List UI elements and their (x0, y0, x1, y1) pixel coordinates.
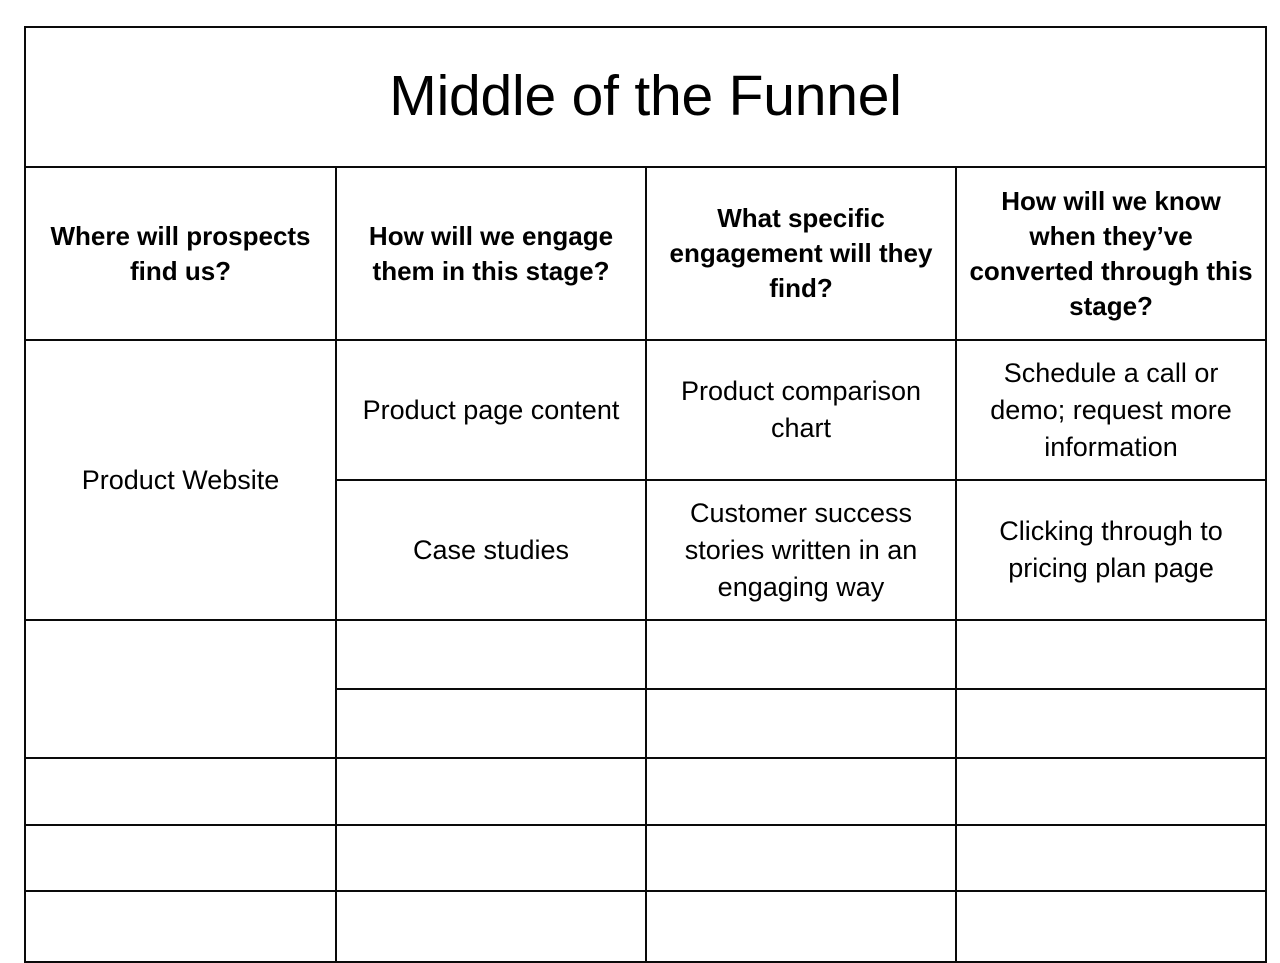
specific-engagement-cell[interactable] (645, 688, 957, 759)
conversion-signal-cell[interactable] (954, 688, 1268, 759)
table-row: Product Website Product page content Pro… (24, 339, 1268, 621)
specific-engagement-cell[interactable] (645, 619, 957, 690)
conversion-signal-label: Schedule a call or demo; request more in… (990, 357, 1232, 462)
conversion-signal-cell[interactable] (954, 824, 1268, 892)
page-title: Middle of the Funnel (389, 64, 902, 129)
engagement-label: Case studies (412, 534, 570, 565)
conversion-signal-cell[interactable] (954, 890, 1268, 963)
column-header-row: Where will prospects find us? How will w… (24, 166, 1268, 341)
page-title-cell: Middle of the Funnel (23, 26, 1268, 168)
specific-engagement-cell[interactable] (645, 757, 957, 826)
column-header-what-engagement: What specific engagement will they find? (645, 166, 957, 341)
conversion-signal-cell[interactable]: Schedule a call or demo; request more in… (954, 339, 1268, 481)
table-row (24, 619, 1268, 759)
specific-engagement-label: Customer success stories written in an e… (684, 497, 918, 602)
specific-engagement-cell[interactable]: Product comparison chart (645, 339, 957, 481)
column-header-label: Where will prospects find us? (50, 220, 311, 286)
column-header-label: How will we know when they’ve converted … (969, 185, 1253, 321)
channel-cell-product-website[interactable]: Product Website (24, 339, 337, 621)
engagement-cell[interactable] (335, 619, 647, 690)
title-row: Middle of the Funnel (23, 26, 1268, 168)
table-row (24, 890, 1268, 963)
funnel-table: Middle of the Funnel Where will prospect… (23, 26, 1268, 963)
engagement-cell[interactable] (335, 824, 647, 892)
engagement-cell[interactable] (335, 890, 647, 963)
column-header-where-find-us: Where will prospects find us? (24, 166, 337, 341)
column-header-label: How will we engage them in this stage? (368, 220, 614, 286)
channel-cell-empty[interactable] (24, 824, 337, 892)
table-row (24, 824, 1268, 892)
engagement-cell[interactable]: Product page content (335, 339, 647, 481)
specific-engagement-cell[interactable]: Customer success stories written in an e… (645, 479, 957, 621)
worksheet: Middle of the Funnel Where will prospect… (23, 26, 1268, 963)
specific-engagement-label: Product comparison chart (680, 376, 922, 443)
conversion-signal-cell[interactable]: Clicking through to pricing plan page (954, 479, 1268, 621)
conversion-signal-label: Clicking through to pricing plan page (999, 516, 1223, 583)
table-row (24, 757, 1268, 826)
conversion-signal-cell[interactable] (954, 757, 1268, 826)
engagement-cell[interactable]: Case studies (335, 479, 647, 621)
specific-engagement-cell[interactable] (645, 824, 957, 892)
conversion-signal-cell[interactable] (954, 619, 1268, 690)
engagement-label: Product page content (362, 394, 620, 425)
engagement-cell[interactable] (335, 688, 647, 759)
channel-label: Product Website (81, 464, 280, 495)
engagement-cell[interactable] (335, 757, 647, 826)
column-header-how-know-converted: How will we know when they’ve converted … (954, 166, 1268, 341)
column-header-how-engage: How will we engage them in this stage? (335, 166, 647, 341)
channel-cell-empty[interactable] (24, 619, 337, 759)
channel-cell-empty[interactable] (24, 890, 337, 963)
specific-engagement-cell[interactable] (645, 890, 957, 963)
channel-cell-empty[interactable] (24, 757, 337, 826)
column-header-label: What specific engagement will they find? (669, 203, 933, 303)
